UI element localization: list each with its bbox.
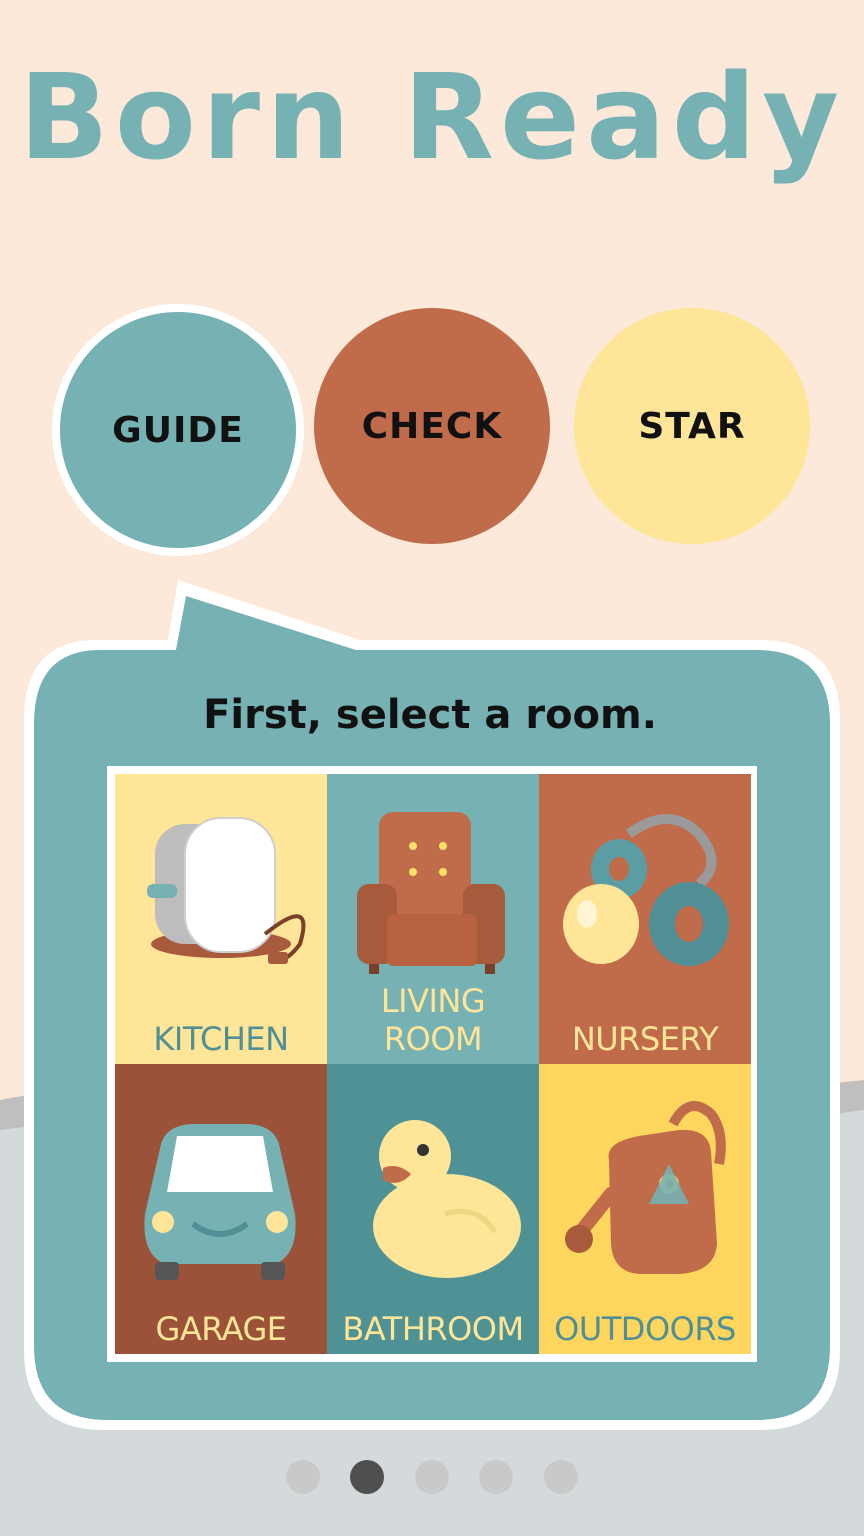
room-grid: KITCHEN LIVING ROOM NURSERY GARAGE BATHR… [107, 766, 757, 1362]
toaster-icon [147, 817, 306, 964]
room-label-garage: GARAGE [155, 1310, 287, 1348]
car-icon [144, 1124, 296, 1280]
room-tile-garage[interactable]: GARAGE [115, 1064, 327, 1354]
room-label-bathroom: BATHROOM [342, 1310, 524, 1348]
page-dot-1[interactable] [286, 1460, 320, 1494]
room-label-living-room: LIVING ROOM [380, 982, 486, 1058]
room-label-outdoors: OUTDOORS [554, 1310, 736, 1348]
page-dot-4[interactable] [479, 1460, 513, 1494]
room-label-nursery: NURSERY [571, 1020, 719, 1058]
watering-can-icon [565, 1101, 726, 1274]
page-dot-2[interactable] [350, 1460, 384, 1494]
page-dot-5[interactable] [544, 1460, 578, 1494]
rubber-duck-icon [373, 1120, 521, 1278]
room-tile-nursery[interactable]: NURSERY [539, 774, 751, 1064]
pacifier-icon [563, 814, 729, 966]
room-prompt: First, select a room. [203, 692, 657, 738]
page-indicator [0, 1460, 864, 1496]
room-label-kitchen: KITCHEN [153, 1020, 289, 1058]
room-tile-kitchen[interactable]: KITCHEN [115, 774, 327, 1064]
room-tile-bathroom[interactable]: BATHROOM [327, 1064, 539, 1354]
room-tile-living-room[interactable]: LIVING ROOM [327, 774, 539, 1064]
page-dot-3[interactable] [415, 1460, 449, 1494]
room-tile-outdoors[interactable]: OUTDOORS [539, 1064, 751, 1354]
